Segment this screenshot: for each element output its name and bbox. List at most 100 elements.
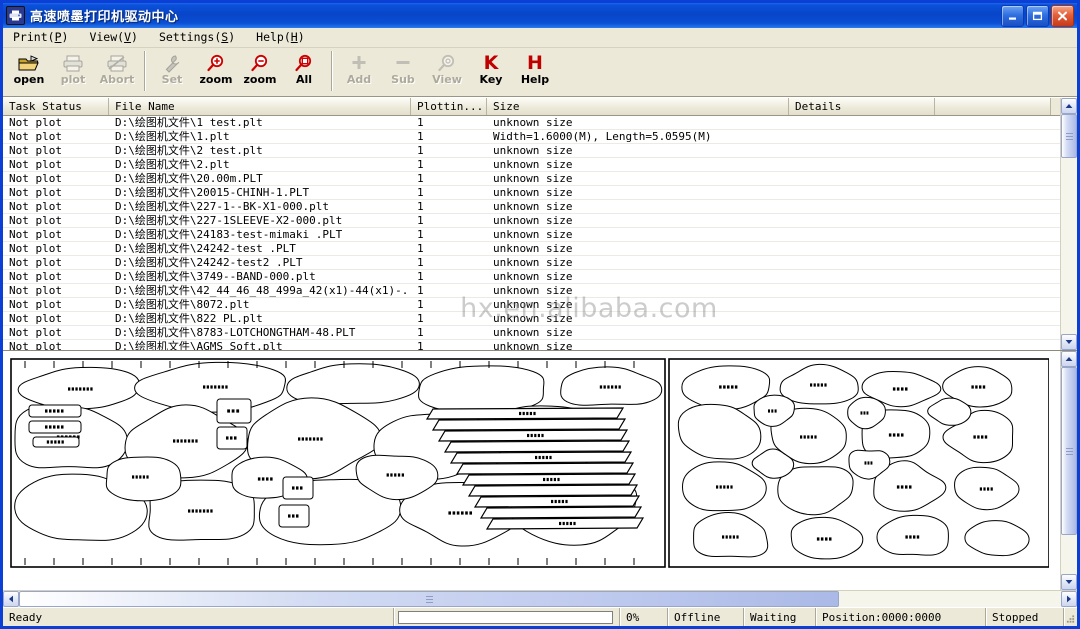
table-row[interactable]: Not plot D:\绘图机文件\2 test.plt 1 unknown size — [3, 144, 1060, 158]
scroll-track[interactable] — [1061, 367, 1077, 574]
scroll-up-arrow-icon[interactable] — [1061, 351, 1077, 367]
cell-plotting: 1 — [417, 326, 424, 339]
add-button[interactable]: Add — [337, 50, 381, 92]
cell-details — [789, 158, 935, 171]
table-row[interactable]: Not plot D:\绘图机文件\822 PL.plt 1 unknown size — [3, 312, 1060, 326]
table-row[interactable]: Not plot D:\绘图机文件\2.plt 1 unknown size — [3, 158, 1060, 172]
scroll-up-arrow-icon[interactable] — [1061, 98, 1077, 114]
menu-label-settings: Settings — [158, 30, 215, 44]
table-row[interactable]: Not plot D:\绘图机文件\24183-test-mimaki .PLT 1… — [3, 228, 1060, 242]
table-row[interactable]: Not plot D:\绘图机文件\20015-CHINH-1.PLT 1 unkno… — [3, 186, 1060, 200]
cell-file-name: D:\绘图机文件\AGMS Soft.plt — [115, 340, 283, 350]
table-row[interactable]: Not plot D:\绘图机文件\1.plt 1 Width=1.6000(M), … — [3, 130, 1060, 144]
menu-label-view: View — [89, 30, 118, 44]
set-button[interactable]: Set — [150, 50, 194, 92]
column-header-task-status[interactable]: Task Status — [3, 98, 109, 115]
table-row[interactable]: Not plot D:\绘图机文件\8072.plt 1 unknown size — [3, 298, 1060, 312]
scroll-thumb[interactable] — [19, 591, 839, 607]
cell-filler — [935, 158, 1051, 171]
task-list-vertical-scrollbar[interactable] — [1060, 98, 1077, 350]
column-header-plotting[interactable]: Plottin... — [411, 98, 487, 115]
menu-item-view[interactable]: View(V) — [85, 29, 147, 46]
cell-details — [789, 172, 935, 185]
title-bar[interactable]: 高速喷墨打印机驱动中心 — [3, 3, 1077, 28]
cell-size: unknown size — [493, 340, 573, 350]
cell-details — [789, 326, 935, 339]
scroll-thumb[interactable] — [1061, 367, 1077, 535]
cell-filler — [935, 228, 1051, 241]
resize-grip-icon[interactable] — [1063, 608, 1077, 626]
scroll-down-arrow-icon[interactable] — [1061, 574, 1077, 590]
cell-filler — [935, 214, 1051, 227]
plot-preview-canvas[interactable] — [3, 351, 1060, 590]
cell-filler — [935, 340, 1051, 350]
close-button[interactable] — [1051, 5, 1074, 27]
grip-icon — [1065, 447, 1073, 455]
column-header-details[interactable]: Details — [789, 98, 935, 115]
cell-task-status: Not plot — [9, 158, 62, 171]
preview-horizontal-scrollbar[interactable] — [3, 590, 1077, 607]
cell-details — [789, 242, 935, 255]
table-row[interactable]: Not plot D:\绘图机文件\24242-test .PLT 1 unknown… — [3, 242, 1060, 256]
zoom-in-button[interactable]: zoom — [194, 50, 238, 92]
zoom-all-button[interactable]: All — [282, 50, 326, 92]
plot-button[interactable]: plot — [51, 50, 95, 92]
status-connection: Offline — [667, 608, 743, 626]
cell-size: unknown size — [493, 256, 573, 269]
cell-filler — [935, 298, 1051, 311]
table-row[interactable]: Not plot D:\绘图机文件\3749--BAND-000.plt 1 unkn… — [3, 270, 1060, 284]
table-row[interactable]: Not plot D:\绘图机文件\42_44_46_48_499a_42(x1)… — [3, 284, 1060, 298]
column-header-filler[interactable] — [935, 98, 1051, 115]
scroll-right-arrow-icon[interactable] — [1061, 591, 1077, 607]
column-header-file-name[interactable]: File Name — [109, 98, 411, 115]
sub-button[interactable]: Sub — [381, 50, 425, 92]
toolbar-group-view: Set zoom zoom All — [150, 50, 326, 92]
table-row[interactable]: Not plot D:\绘图机文件\24242-test2 .PLT 1 unknow… — [3, 256, 1060, 270]
abort-button[interactable]: Abort — [95, 50, 139, 92]
table-row[interactable]: Not plot D:\绘图机文件\20.00m.PLT 1 unknown size — [3, 172, 1060, 186]
printer-icon — [6, 6, 25, 25]
minimize-button[interactable] — [1001, 5, 1024, 27]
preview-vertical-scrollbar[interactable] — [1060, 351, 1077, 590]
cell-size: unknown size — [493, 242, 573, 255]
column-header-size[interactable]: Size — [487, 98, 789, 115]
table-row[interactable]: Not plot D:\绘图机文件\227-1SLEEVE-X2-000.plt 1… — [3, 214, 1060, 228]
key-button[interactable]: K Key — [469, 50, 513, 92]
cell-filler — [935, 144, 1051, 157]
task-list-body[interactable]: Not plot D:\绘图机文件\1 test.plt 1 unknown size… — [3, 116, 1060, 350]
table-row[interactable]: Not plot D:\绘图机文件\AGMS Soft.plt 1 unknown s… — [3, 340, 1060, 350]
cell-details — [789, 228, 935, 241]
view-button[interactable]: View — [425, 50, 469, 92]
task-list[interactable]: Task Status File Name Plottin... Size Detail… — [3, 98, 1060, 350]
cell-size: unknown size — [493, 172, 573, 185]
table-row[interactable]: Not plot D:\绘图机文件\227-1--BK-X1-000.plt 1 un… — [3, 200, 1060, 214]
scroll-thumb[interactable] — [1061, 114, 1077, 158]
cell-file-name: D:\绘图机文件\20015-CHINH-1.PLT — [115, 186, 310, 199]
window-title: 高速喷墨打印机驱动中心 — [30, 10, 179, 25]
scroll-left-arrow-icon[interactable] — [3, 591, 19, 607]
wrench-icon — [162, 52, 182, 74]
cell-task-status: Not plot — [9, 256, 62, 269]
menu-item-settings[interactable]: Settings(S) — [155, 29, 244, 46]
menu-item-print[interactable]: Print(P) — [9, 29, 77, 46]
scroll-track[interactable] — [1061, 114, 1077, 334]
cell-details — [789, 144, 935, 157]
maximize-button[interactable] — [1026, 5, 1049, 27]
cell-file-name: D:\绘图机文件\42_44_46_48_499a_42(x1)-44(x1)-… — [115, 284, 411, 297]
cell-size: unknown size — [493, 200, 573, 213]
table-row[interactable]: Not plot D:\绘图机文件\1 test.plt 1 unknown size — [3, 116, 1060, 130]
task-list-panel: Task Status File Name Plottin... Size Detail… — [3, 97, 1077, 350]
cell-file-name: D:\绘图机文件\1 test.plt — [115, 116, 263, 129]
table-row[interactable]: Not plot D:\绘图机文件\8783-LOTCHONGTHAM-48.PL… — [3, 326, 1060, 340]
scroll-down-arrow-icon[interactable] — [1061, 334, 1077, 350]
cell-task-status: Not plot — [9, 214, 62, 227]
menu-item-help[interactable]: Help(H) — [252, 29, 314, 46]
status-motion: Stopped — [985, 608, 1063, 626]
help-button[interactable]: H Help — [513, 50, 557, 92]
scroll-track[interactable] — [19, 591, 1061, 607]
open-button[interactable]: open — [7, 50, 51, 92]
menu-accel-help: H — [290, 30, 298, 44]
cell-file-name: D:\绘图机文件\3749--BAND-000.plt — [115, 270, 316, 283]
cell-task-status: Not plot — [9, 270, 62, 283]
zoom-out-button[interactable]: zoom — [238, 50, 282, 92]
